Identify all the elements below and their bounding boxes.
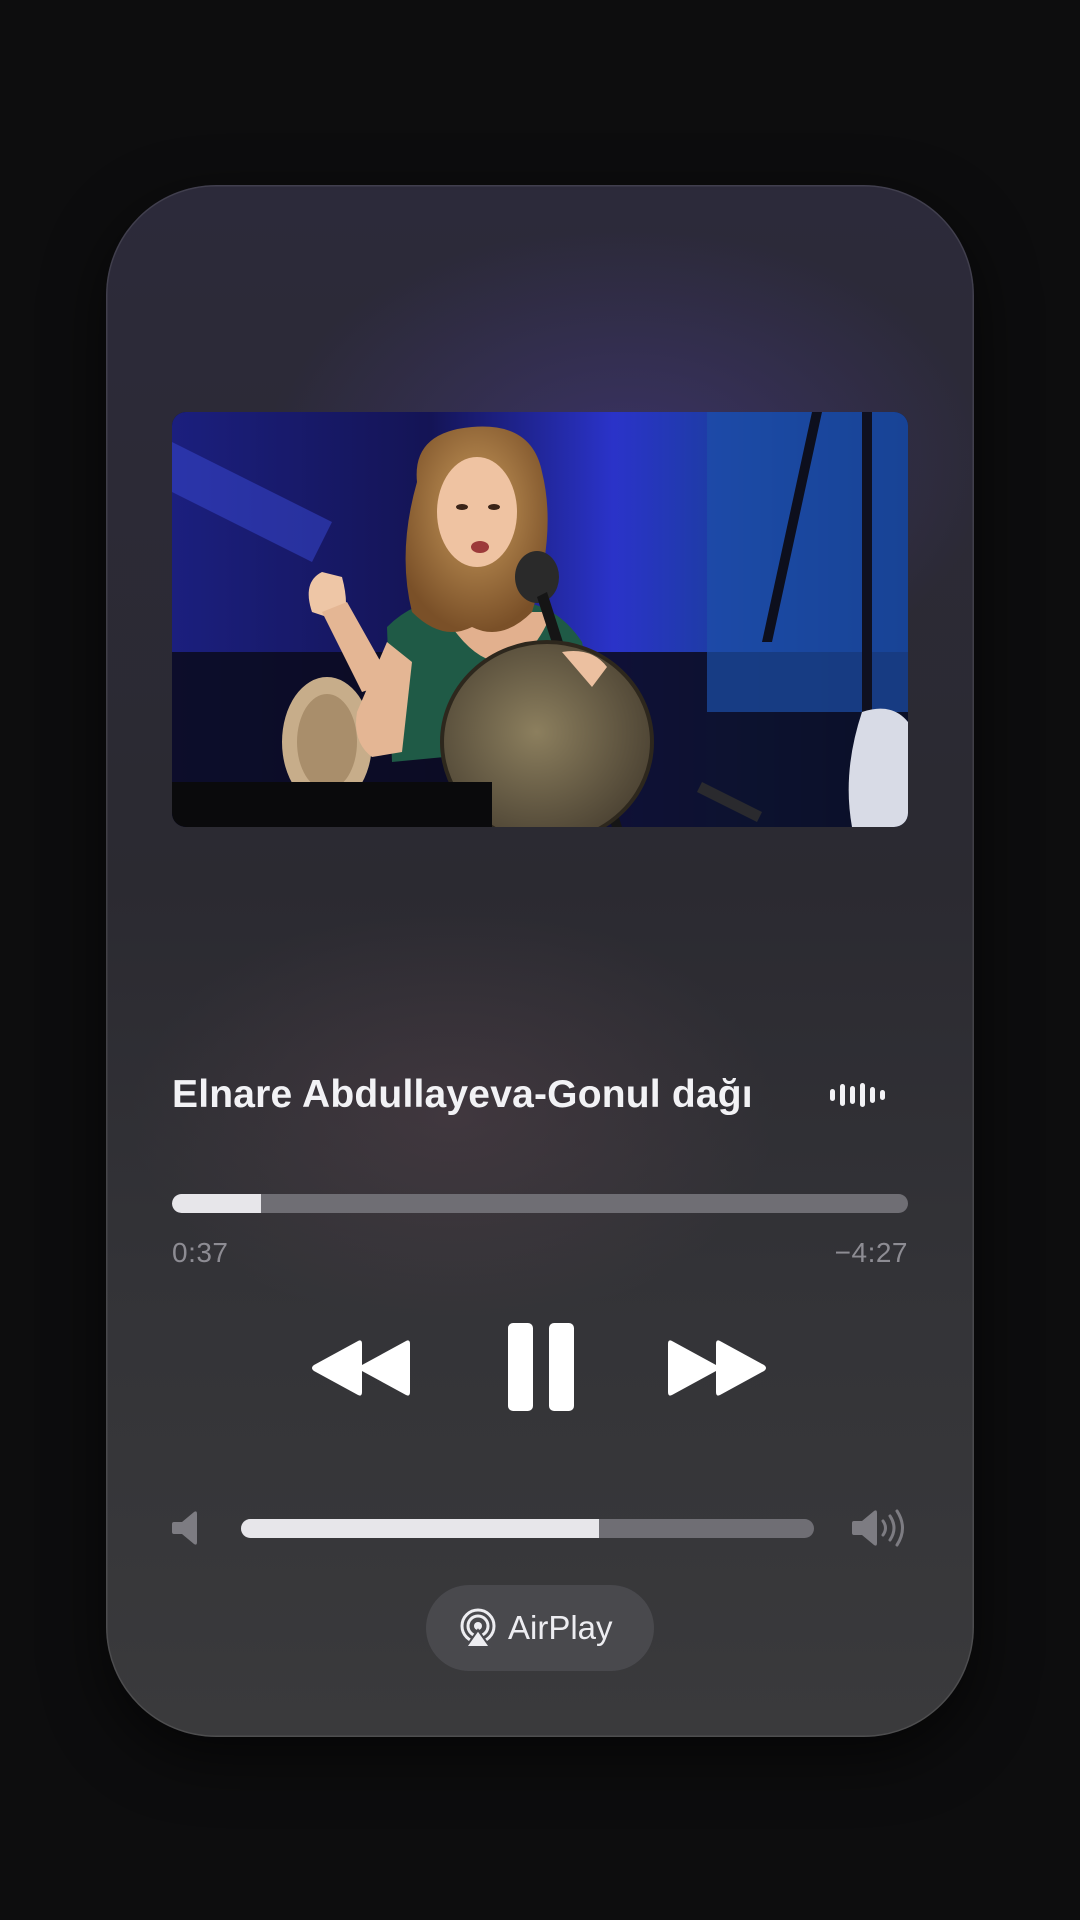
speaker-low-icon bbox=[172, 1511, 197, 1545]
fast-forward-button[interactable] bbox=[668, 1337, 768, 1399]
pause-button[interactable] bbox=[506, 1321, 576, 1413]
playback-scrubber[interactable] bbox=[172, 1194, 908, 1213]
speaker-high-icon bbox=[852, 1509, 904, 1547]
rewind-icon bbox=[312, 1340, 410, 1396]
rewind-button[interactable] bbox=[310, 1337, 410, 1399]
volume-slider[interactable] bbox=[241, 1519, 814, 1538]
playback-progress-fill bbox=[172, 1194, 262, 1213]
video-artwork[interactable] bbox=[172, 412, 908, 827]
audio-waveform-icon bbox=[830, 1083, 885, 1107]
performer-thumbnail bbox=[172, 412, 908, 827]
volume-control bbox=[172, 1503, 908, 1553]
remaining-time: −4:27 bbox=[834, 1237, 908, 1268]
pause-icon bbox=[508, 1323, 574, 1411]
airplay-button[interactable]: AirPlay bbox=[426, 1585, 654, 1671]
fast-forward-icon bbox=[668, 1340, 766, 1396]
airplay-icon bbox=[460, 1608, 496, 1648]
track-title: Elnare Abdullayeva-Gonul dağı bbox=[172, 1073, 753, 1116]
transport-controls bbox=[106, 1315, 974, 1425]
track-info: Elnare Abdullayeva-Gonul dağı bbox=[172, 1065, 908, 1125]
volume-level-fill bbox=[241, 1519, 600, 1538]
elapsed-time: 0:37 bbox=[172, 1237, 229, 1268]
airplay-label: AirPlay bbox=[508, 1609, 613, 1646]
now-playing-card: Elnare Abdullayeva-Gonul dağı 0:37 −4:27 bbox=[106, 185, 974, 1737]
